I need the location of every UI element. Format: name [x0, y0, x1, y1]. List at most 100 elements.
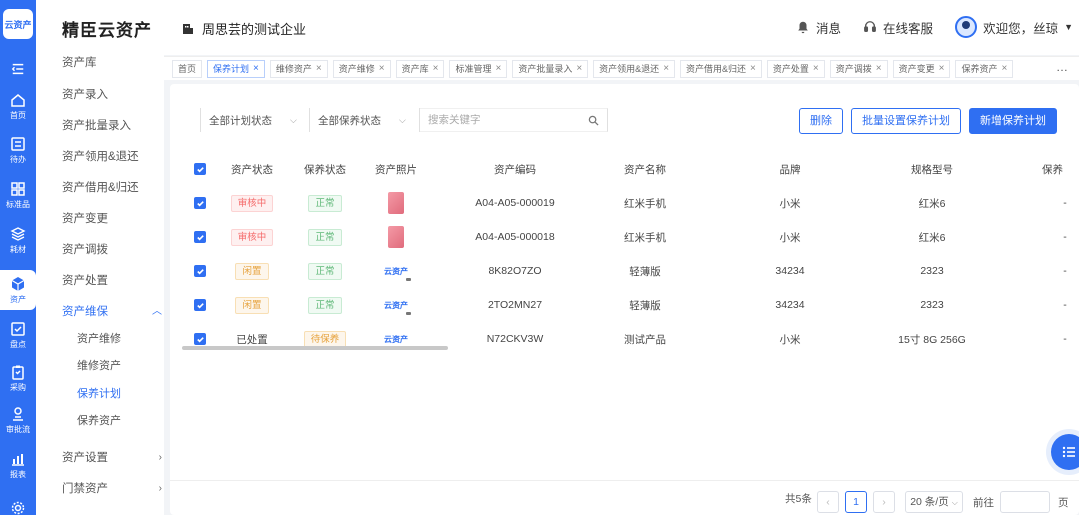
close-icon[interactable]: ×	[813, 61, 819, 77]
sidebar-subitem-asset-repair[interactable]: 资产维修	[77, 329, 157, 349]
rail-item-2[interactable]: 待办	[0, 130, 36, 170]
tab-5[interactable]: 标准管理 ×	[449, 59, 508, 78]
close-icon[interactable]: ×	[663, 61, 669, 77]
rail-item-3[interactable]: 标准品	[0, 175, 36, 215]
batch-set-plan-button[interactable]: 批量设置保养计划	[851, 108, 961, 134]
column-header[interactable]: 资产照片	[366, 152, 426, 186]
asset-code-link[interactable]: 2TO2MN27	[455, 288, 575, 322]
next-page-button[interactable]: ›	[873, 491, 895, 513]
asset-code-link[interactable]: N72CKV3W	[455, 322, 575, 356]
sidebar-item-asset-entry[interactable]: 资产录入	[62, 84, 162, 106]
asset-photo[interactable]: 云资产	[384, 334, 411, 349]
rail-item-8[interactable]: 审批流	[0, 400, 36, 440]
messages-button[interactable]: 消息	[796, 18, 841, 37]
tab-11[interactable]: 资产变更 ×	[892, 59, 951, 78]
sidebar-subitem-maintenance-assets[interactable]: 保养资产	[77, 411, 157, 431]
column-header[interactable]: 规格型号	[882, 152, 982, 186]
sidebar-item-maintenance[interactable]: 资产维保 ︿	[62, 301, 162, 323]
table-row[interactable]: 已处置 待保养 云资产 N72CKV3W 测试产品 小米 15寸 8G 256G -	[182, 322, 1079, 356]
column-header[interactable]: 资产名称	[595, 152, 695, 186]
horizontal-scrollbar[interactable]	[182, 346, 448, 350]
sidebar-item-asset-change[interactable]: 资产变更	[62, 208, 162, 230]
column-header[interactable]: 保养	[1042, 152, 1079, 186]
close-icon[interactable]: ×	[939, 61, 945, 77]
prev-page-button[interactable]: ‹	[817, 491, 839, 513]
sidebar-item-batch-entry[interactable]: 资产批量录入	[62, 115, 162, 137]
rail-item-9[interactable]: 报表	[0, 445, 36, 485]
asset-photo[interactable]	[388, 192, 404, 214]
row-checkbox[interactable]	[188, 254, 212, 288]
maintenance-status-select[interactable]: 全部保养状态 ⌵	[310, 108, 420, 132]
column-header[interactable]: 品牌	[755, 152, 825, 186]
goto-page-input[interactable]	[1000, 491, 1050, 513]
tab-6[interactable]: 资产批量录入 ×	[512, 59, 589, 78]
sidebar-item-asset-settings[interactable]: 资产设置 ›	[62, 447, 162, 469]
asset-code-link[interactable]: 8K82O7ZO	[455, 254, 575, 288]
sidebar-item-borrow-return[interactable]: 资产借用&归还	[62, 177, 162, 199]
asset-photo[interactable]: 云资产	[384, 266, 411, 281]
select-all-checkbox[interactable]	[188, 152, 212, 186]
page-1-button[interactable]: 1	[845, 491, 867, 513]
tab-9[interactable]: 资产处置 ×	[766, 59, 825, 78]
user-menu[interactable]: 欢迎您，丝琼 ▼	[955, 16, 1073, 38]
tab-0[interactable]: 首页	[172, 59, 203, 78]
tab-3[interactable]: 资产维修 ×	[332, 59, 391, 78]
row-checkbox[interactable]	[188, 288, 212, 322]
asset-code-link[interactable]: A04-A05-000019	[455, 186, 575, 220]
asset-photo[interactable]	[388, 226, 404, 248]
rail-item-7[interactable]: 采购	[0, 358, 36, 398]
rail-item-10[interactable]	[0, 488, 36, 515]
sidebar-item-transfer[interactable]: 资产调拨	[62, 239, 162, 261]
close-icon[interactable]: ×	[876, 61, 882, 77]
row-checkbox[interactable]	[188, 322, 212, 356]
plan-status-select[interactable]: 全部计划状态 ⌵	[200, 108, 310, 132]
table-row[interactable]: 审核中 正常 A04-A05-000019 红米手机 小米 红米6 -	[182, 186, 1079, 220]
tab-10[interactable]: 资产调拨 ×	[829, 59, 888, 78]
tab-8[interactable]: 资产借用&归还 ×	[680, 59, 762, 78]
rail-item-6[interactable]: 盘点	[0, 315, 36, 355]
column-header[interactable]: 资产状态	[222, 152, 282, 186]
table-row[interactable]: 审核中 正常 A04-A05-000018 红米手机 小米 红米6 -	[182, 220, 1079, 254]
close-icon[interactable]: ×	[1001, 61, 1007, 77]
sidebar-item-receive-return[interactable]: 资产领用&退还	[62, 146, 162, 168]
rail-item-1[interactable]: 首页	[0, 86, 36, 126]
tab-7[interactable]: 资产领用&退还 ×	[593, 59, 676, 78]
sidebar-subitem-maintenance-plan[interactable]: 保养计划	[77, 384, 157, 404]
app-logo[interactable]: 云资产	[3, 9, 33, 39]
sidebar-subitem-repair-assets[interactable]: 维修资产	[77, 356, 157, 376]
company-switcher[interactable]: 周思芸的测试企业	[182, 19, 306, 38]
sidebar-item-asset-library[interactable]: 资产库	[62, 52, 162, 74]
close-icon[interactable]: ×	[576, 61, 582, 77]
add-maintenance-plan-button[interactable]: 新增保养计划	[969, 108, 1057, 134]
tab-1[interactable]: 保养计划 ×	[207, 59, 265, 78]
tab-4[interactable]: 资产库 ×	[395, 59, 445, 78]
sidebar-item-access-assets[interactable]: 门禁资产 ›	[62, 478, 162, 500]
delete-button[interactable]: 删除	[799, 108, 843, 134]
tab-2[interactable]: 维修资产 ×	[269, 59, 328, 78]
asset-photo[interactable]: 云资产	[384, 300, 411, 315]
close-icon[interactable]: ×	[316, 61, 322, 77]
rail-item-4[interactable]: 耗材	[0, 220, 36, 260]
page-size-select[interactable]: 20 条/页 ⌵	[905, 491, 963, 513]
rail-item-5[interactable]: 资产	[0, 270, 36, 310]
sidebar-item-disposal[interactable]: 资产处置	[62, 270, 162, 292]
close-icon[interactable]: ×	[750, 61, 756, 77]
table-row[interactable]: 闲置 正常 云资产 2TO2MN27 轻薄版 34234 2323 -	[182, 288, 1079, 322]
tab-12[interactable]: 保养资产 ×	[955, 59, 1014, 78]
close-icon[interactable]: ×	[433, 61, 439, 77]
close-icon[interactable]: ×	[495, 61, 501, 77]
floating-list-button[interactable]	[1051, 434, 1079, 470]
support-button[interactable]: 在线客服	[863, 18, 933, 37]
asset-code-link[interactable]: A04-A05-000018	[455, 220, 575, 254]
search-icon[interactable]	[588, 115, 599, 126]
row-checkbox[interactable]	[188, 220, 212, 254]
table-row[interactable]: 闲置 正常 云资产 8K82O7ZO 轻薄版 34234 2323 -	[182, 254, 1079, 288]
search-input[interactable]	[428, 114, 578, 126]
tabs-more-button[interactable]: …	[1051, 59, 1073, 77]
menu-collapse-icon[interactable]	[0, 58, 36, 80]
close-icon[interactable]: ×	[253, 61, 259, 77]
row-checkbox[interactable]	[188, 186, 212, 220]
column-header[interactable]: 保养状态	[295, 152, 355, 186]
close-icon[interactable]: ×	[379, 61, 385, 77]
column-header[interactable]: 资产编码	[455, 152, 575, 186]
